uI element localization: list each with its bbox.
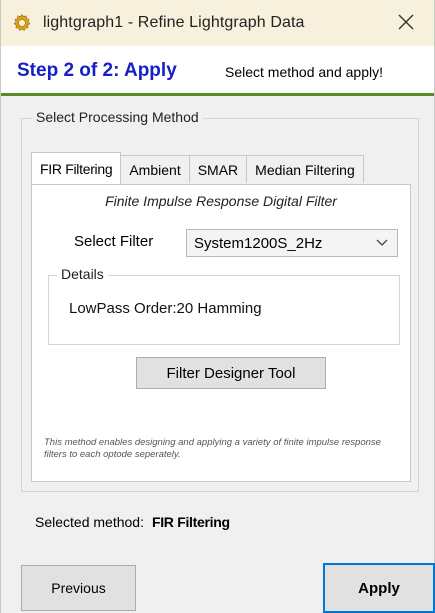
title-bar[interactable]: lightgraph1 - Refine Lightgraph Data xyxy=(1,0,434,46)
tab-median-filtering[interactable]: Median Filtering xyxy=(246,155,364,183)
chevron-down-icon xyxy=(376,239,388,246)
tab-smar[interactable]: SMAR xyxy=(188,155,248,183)
close-icon xyxy=(398,14,414,30)
step-title: Step 2 of 2: Apply xyxy=(17,60,177,81)
method-tabs: FIR Filtering Ambient SMAR Median Filter… xyxy=(31,152,364,184)
details-group: Details LowPass Order:20 Hamming xyxy=(48,266,400,345)
selected-method-status: Selected method: FIR Filtering xyxy=(35,514,230,530)
method-description: This method enables designing and applyi… xyxy=(44,437,381,460)
filter-select[interactable]: System1200S_2Hz xyxy=(186,229,398,257)
panel-subtitle: Finite Impulse Response Digital Filter xyxy=(105,193,337,209)
group-label: Select Processing Method xyxy=(32,109,203,125)
window-title: lightgraph1 - Refine Lightgraph Data xyxy=(43,14,305,31)
details-value: LowPass Order:20 Hamming xyxy=(69,300,262,317)
selected-method-value: FIR Filtering xyxy=(151,514,230,530)
gear-icon xyxy=(11,12,33,34)
tab-ambient[interactable]: Ambient xyxy=(120,155,190,183)
wizard-header: Step 2 of 2: Apply Select method and app… xyxy=(1,46,434,96)
previous-button[interactable]: Previous xyxy=(21,565,136,611)
filter-select-value: System1200S_2Hz xyxy=(194,234,323,252)
dialog-window: lightgraph1 - Refine Lightgraph Data Ste… xyxy=(0,0,435,613)
tab-fir-filtering[interactable]: FIR Filtering xyxy=(31,152,122,184)
select-filter-label: Select Filter xyxy=(74,233,154,250)
step-description: Select method and apply! xyxy=(225,64,383,80)
apply-button[interactable]: Apply xyxy=(323,563,435,613)
filter-designer-button[interactable]: Filter Designer Tool xyxy=(136,357,326,389)
selected-method-label: Selected method: xyxy=(35,514,144,530)
close-button[interactable] xyxy=(392,8,420,36)
details-label: Details xyxy=(57,266,108,282)
fir-tab-panel: Finite Impulse Response Digital Filter S… xyxy=(31,184,411,482)
